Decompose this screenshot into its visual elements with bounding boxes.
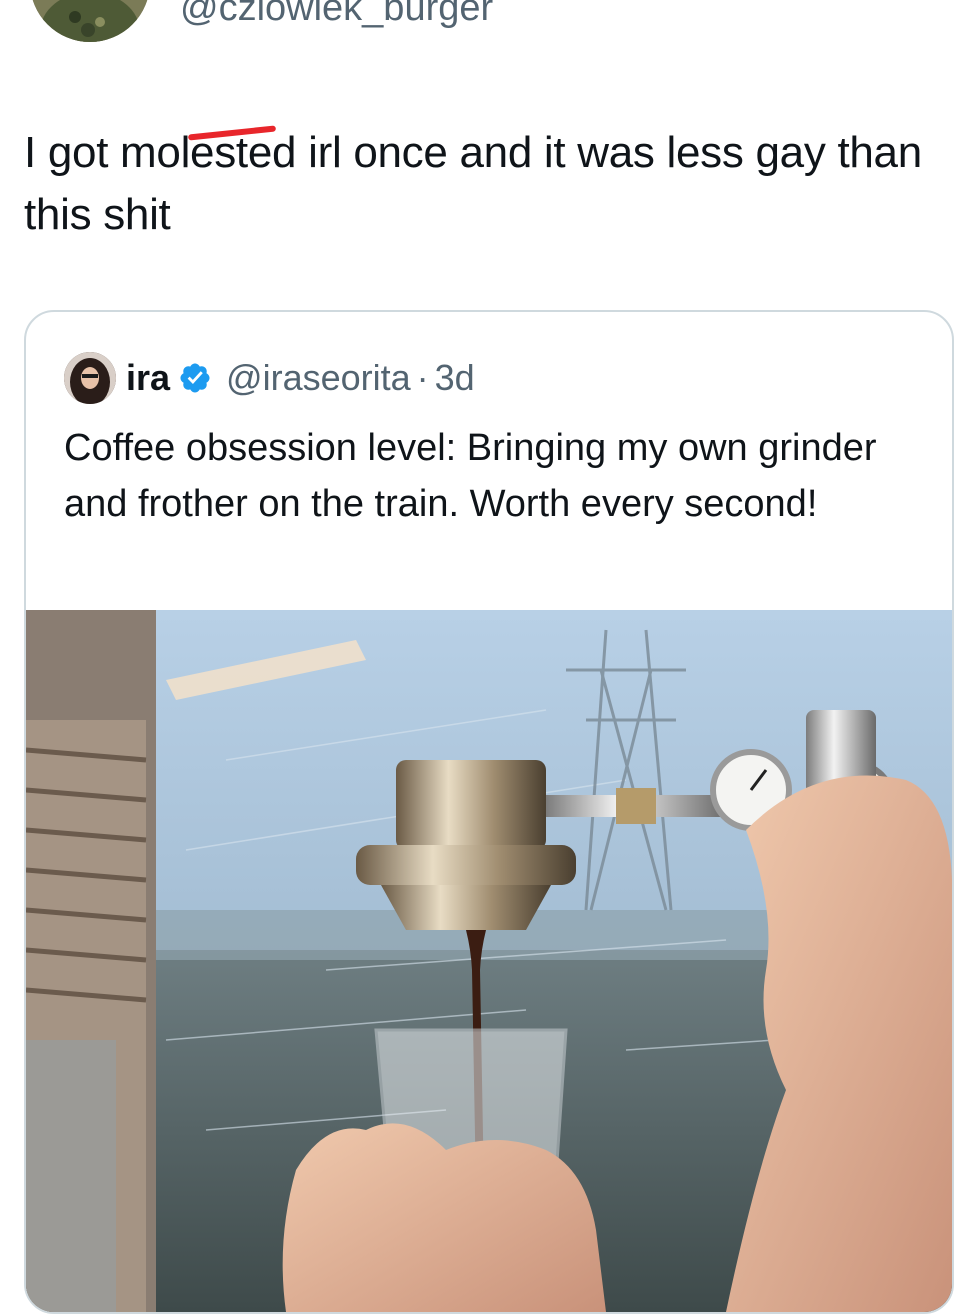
- author-avatar[interactable]: [30, 0, 150, 42]
- tweet-text-strikethrough: este: [190, 122, 272, 184]
- author-handle[interactable]: @czlowiek_burger: [180, 0, 493, 30]
- media-image: [26, 610, 952, 1312]
- tweet-text: I got molested irl once and it was less …: [24, 122, 944, 246]
- quoted-tweet-timestamp[interactable]: 3d: [435, 357, 475, 399]
- quoted-author-name[interactable]: ira: [126, 357, 170, 399]
- quoted-author-handle[interactable]: @iraseorita: [226, 357, 411, 399]
- header-separator: ·: [416, 357, 429, 398]
- quoted-tweet-header: ira @iraseorita · 3d: [64, 350, 475, 406]
- verified-badge-icon: [178, 361, 212, 395]
- quoted-tweet-media[interactable]: [26, 610, 952, 1312]
- quoted-author-avatar[interactable]: [64, 352, 116, 404]
- tweet-text-part1: I got mol: [24, 128, 191, 177]
- quoted-tweet-text: Coffee obsession level: Bringing my own …: [64, 427, 877, 525]
- quoted-tweet-card[interactable]: ira @iraseorita · 3d Coffee obsession le…: [24, 310, 954, 1314]
